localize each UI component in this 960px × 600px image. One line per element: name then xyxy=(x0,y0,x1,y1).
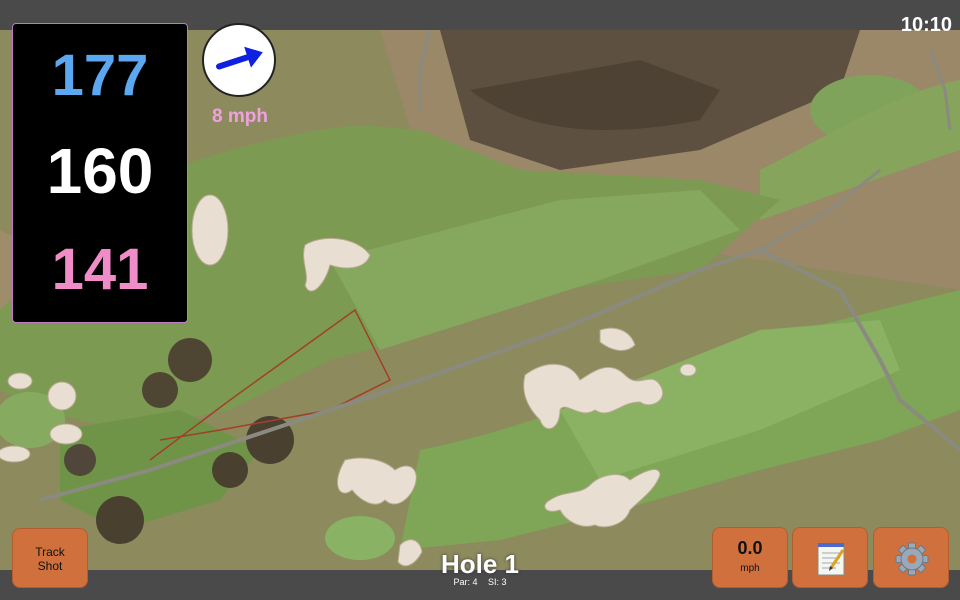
settings-button[interactable] xyxy=(873,527,949,588)
speed-unit: mph xyxy=(740,563,760,574)
yardage-panel: 177 160 141 xyxy=(12,23,188,323)
wind-arrow-icon xyxy=(216,46,263,70)
hole-par: Par: 4 xyxy=(453,577,478,587)
speed-value: 0.0 xyxy=(737,538,763,558)
front-yardage: 141 xyxy=(51,237,149,302)
notepad-icon xyxy=(817,543,845,576)
center-yardage: 160 xyxy=(46,135,154,207)
track-shot-label: Track Shot xyxy=(35,545,65,573)
back-yardage: 177 xyxy=(51,43,149,108)
hole-title: Hole 1 xyxy=(440,549,520,579)
hole-info: Par: 4 SI: 3 xyxy=(400,577,560,587)
clock: 10:10 xyxy=(900,14,952,36)
hole-stroke-index: SI: 3 xyxy=(488,577,507,587)
gear-icon xyxy=(895,542,929,576)
track-shot-button[interactable]: Track Shot xyxy=(12,528,88,588)
wind-indicator xyxy=(202,23,276,97)
wind-speed: 8 mph xyxy=(212,106,268,127)
speed-button[interactable]: 0.0 mph xyxy=(712,527,788,588)
notes-button[interactable] xyxy=(792,527,868,588)
